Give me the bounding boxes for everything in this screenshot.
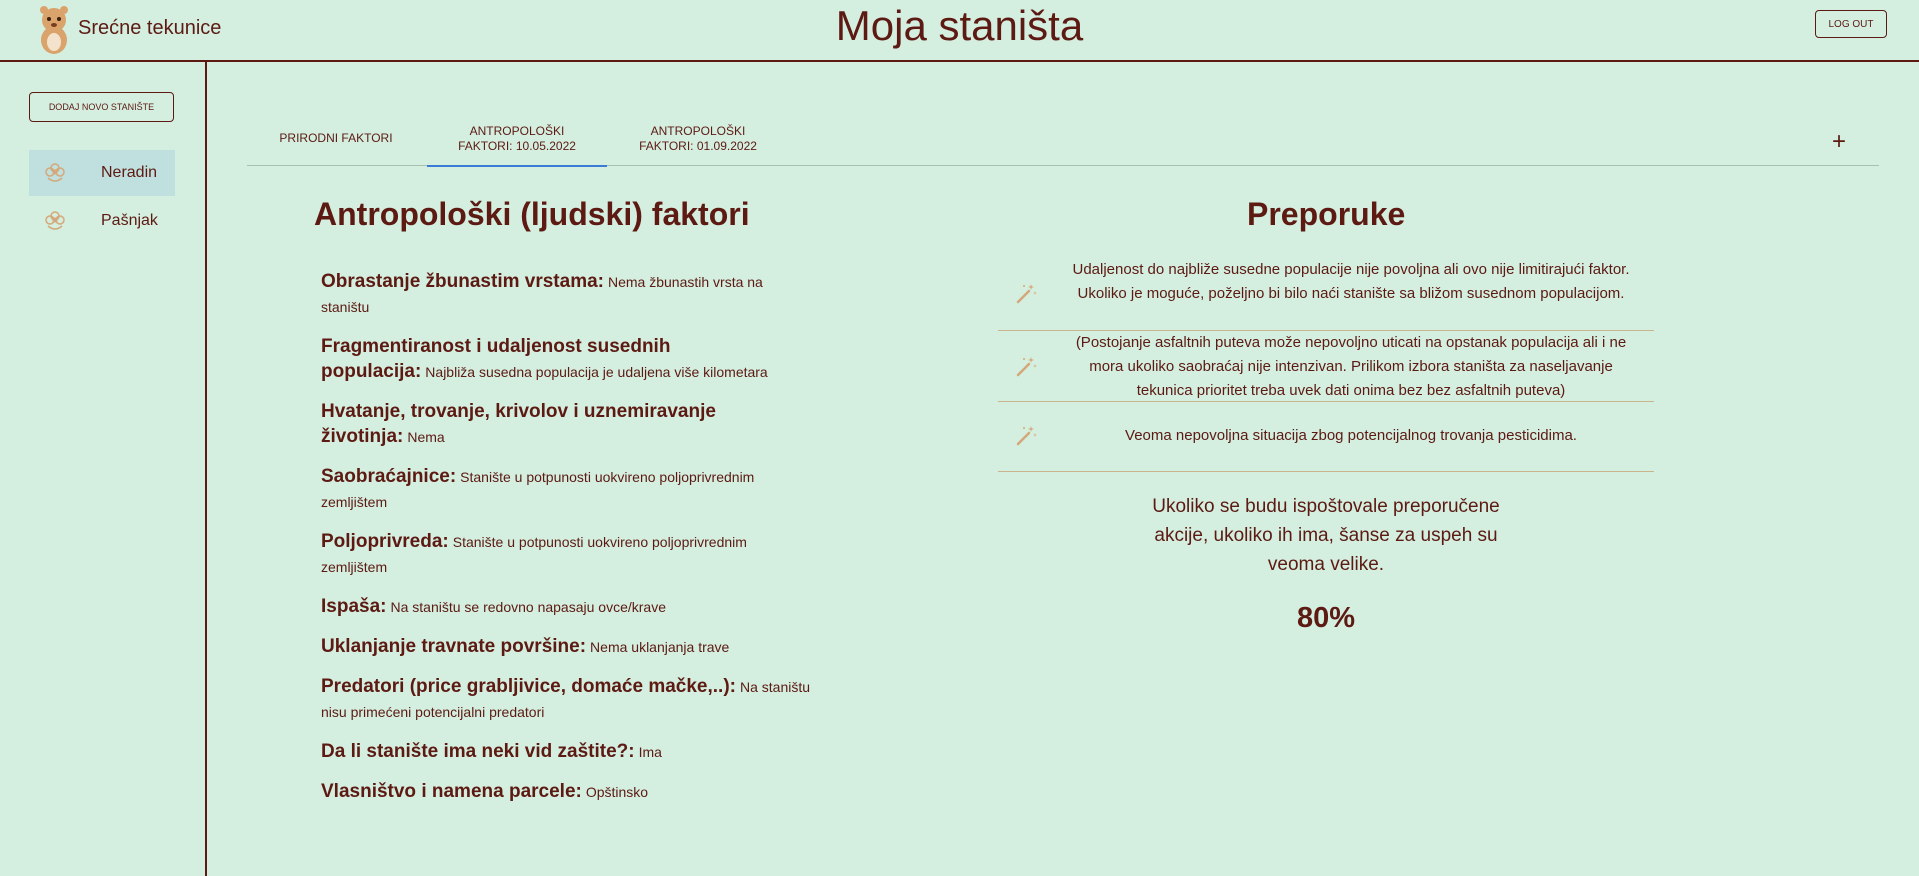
tab-prirodni-faktori[interactable]: PRIRODNI FAKTORI bbox=[247, 112, 425, 165]
app-header: Srećne tekunice Moja staništa LOG OUT bbox=[0, 0, 1919, 62]
factor-label: Hvatanje, trovanje, krivolov i uznemirav… bbox=[321, 401, 716, 447]
factor-label: Vlasništvo i namena parcele: bbox=[321, 781, 582, 802]
add-tab-button[interactable]: + bbox=[1832, 130, 1846, 154]
sidebar-item-label: Pašnjak bbox=[101, 212, 158, 229]
factors-list: Obrastanje žbunastim vrstama: Nema žbunas… bbox=[321, 270, 811, 820]
factor-item: Ispaša: Na staništu se redovno napasaju o… bbox=[321, 595, 811, 620]
magic-wand-icon bbox=[1016, 284, 1037, 304]
tab-bar: PRIRODNI FAKTORI ANTROPOLOŠKI FAKTORI: 1… bbox=[247, 112, 1879, 167]
factor-label: Poljoprivreda: bbox=[321, 531, 449, 552]
factor-item: Vlasništvo i namena parcele: Opštinsko bbox=[321, 780, 811, 805]
recommendation-item: Veoma nepovoljna situacija zbog potencij… bbox=[998, 402, 1654, 472]
factor-value: Nema bbox=[407, 429, 445, 445]
recommendation-text: Udaljenost do najbliže susedne populacij… bbox=[1072, 261, 1630, 302]
factor-item: Hvatanje, trovanje, krivolov i uznemirav… bbox=[321, 400, 811, 450]
sidebar-item-neradin[interactable]: Neradin bbox=[29, 150, 175, 196]
recommendation-text: Veoma nepovoljna situacija zbog potencij… bbox=[1125, 427, 1577, 444]
factor-label: Predatori (price grabljivice, domaće mač… bbox=[321, 676, 736, 697]
tab-label-date: FAKTORI: 10.05.2022 bbox=[458, 138, 576, 153]
tab-antropoloski-01-09-2022[interactable]: ANTROPOLOŠKI FAKTORI: 01.09.2022 bbox=[608, 112, 788, 165]
sidebar-item-label: Neradin bbox=[101, 164, 158, 181]
tab-antropoloski-10-05-2022[interactable]: ANTROPOLOŠKI FAKTORI: 10.05.2022 bbox=[427, 112, 607, 167]
factor-value: Na staništu se redovno napasaju ovce/kra… bbox=[390, 599, 666, 615]
add-habitat-button[interactable]: DODAJ NOVO STANIŠTE bbox=[29, 92, 174, 122]
factor-value: Ima bbox=[638, 744, 662, 760]
factor-value: Opštinsko bbox=[585, 784, 649, 800]
tab-label: ANTROPOLOŠKI bbox=[469, 123, 565, 138]
success-percentage: 80% bbox=[1296, 602, 1356, 634]
success-summary: Ukoliko se budu ispoštovale preporučene … bbox=[1152, 496, 1500, 575]
factor-label: Ispaša: bbox=[321, 596, 387, 617]
factor-item: Fragmentiranost i udaljenost susednih po… bbox=[321, 335, 811, 385]
tab-label: PRIRODNI FAKTORI bbox=[279, 131, 393, 145]
factor-label: Uklanjanje travnate površine: bbox=[321, 636, 587, 657]
page-title: Moja staništa bbox=[835, 2, 1084, 49]
tab-label-date: FAKTORI: 01.09.2022 bbox=[639, 138, 757, 153]
magic-wand-icon bbox=[1016, 357, 1037, 377]
factor-item: Saobraćajnice: Stanište u potpunosti uokv… bbox=[321, 465, 811, 515]
factor-value: Najbliža susedna populacija je udaljena … bbox=[425, 364, 768, 380]
factor-item: Poljoprivreda: Stanište u potpunosti uokv… bbox=[321, 530, 811, 580]
tab-label: ANTROPOLOŠKI bbox=[650, 123, 746, 138]
factor-label: Saobraćajnice: bbox=[321, 466, 457, 487]
sidebar: DODAJ NOVO STANIŠTE Neradin Pašnjak bbox=[0, 62, 207, 876]
flower-icon bbox=[45, 163, 65, 182]
recommendation-text: (Postojanje asfaltnih puteva može nepovo… bbox=[1075, 334, 1627, 399]
recommendations-title: Preporuke bbox=[1247, 196, 1406, 232]
recommendation-item: (Postojanje asfaltnih puteva može nepovo… bbox=[998, 331, 1654, 402]
recommendation-item: Udaljenost do najbliže susedne populacij… bbox=[998, 258, 1654, 331]
sidebar-item-pasnjak[interactable]: Pašnjak bbox=[29, 198, 175, 244]
factor-label: Da li stanište ima neki vid zaštite?: bbox=[321, 741, 635, 762]
factor-value: Nema uklanjanja trave bbox=[590, 639, 730, 655]
factor-item: Obrastanje žbunastim vrstama: Nema žbunas… bbox=[321, 270, 811, 320]
logout-button[interactable]: LOG OUT bbox=[1815, 10, 1887, 38]
factor-item: Uklanjanje travnate površine: Nema uklanj… bbox=[321, 635, 811, 660]
factors-title: Antropološki (ljudski) faktori bbox=[314, 196, 750, 232]
flower-icon bbox=[45, 211, 65, 230]
magic-wand-icon bbox=[1016, 426, 1037, 446]
factor-label: Obrastanje žbunastim vrstama: bbox=[321, 271, 604, 292]
factor-item: Da li stanište ima neki vid zaštite?: Ima bbox=[321, 740, 811, 765]
factor-item: Predatori (price grabljivice, domaće mač… bbox=[321, 675, 811, 725]
